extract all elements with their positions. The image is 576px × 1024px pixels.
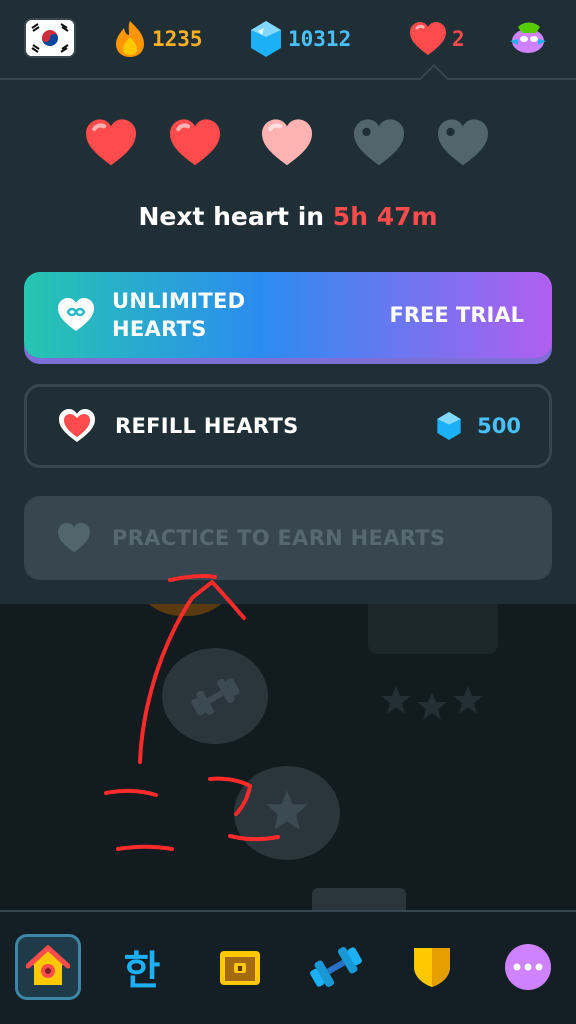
gem-icon [437, 412, 461, 440]
nav-characters[interactable]: 한 [109, 934, 175, 1000]
hearts-count: 2 [452, 27, 465, 51]
next-heart-label: Next heart in [138, 202, 325, 231]
practice-to-earn-hearts-button[interactable]: PRACTICE TO EARN HEARTS [24, 496, 552, 580]
practice-node[interactable] [162, 648, 268, 754]
unlimited-label-line2: HEARTS [112, 317, 207, 341]
home-icon [26, 945, 70, 985]
unlimited-hearts-button[interactable]: UNLIMITED HEARTS FREE TRIAL [24, 272, 552, 358]
refill-cost: 500 [435, 410, 521, 442]
unlimited-hearts-label: UNLIMITED HEARTS [112, 287, 245, 343]
nav-more[interactable] [495, 934, 561, 1000]
treasure-chest-icon [220, 951, 260, 985]
bottom-nav: 한 [0, 910, 576, 1024]
fire-icon [116, 21, 144, 57]
learning-path-dimmed [0, 604, 576, 910]
refill-hearts-button[interactable]: REFILL HEARTS 500 [24, 384, 552, 468]
path-chest-shape [368, 604, 498, 654]
heart-empty-icon [438, 119, 488, 166]
practice-label: PRACTICE TO EARN HEARTS [112, 526, 446, 550]
refill-hearts-label: REFILL HEARTS [115, 414, 299, 438]
streak-count: 1235 [152, 27, 203, 51]
hearts-counter[interactable]: 2 [408, 18, 465, 60]
nav-home[interactable] [15, 934, 81, 1000]
gem-icon [251, 21, 281, 57]
nav-treasure[interactable] [207, 934, 273, 1000]
infinity-heart-icon [58, 298, 94, 331]
heart-icon [410, 22, 446, 55]
next-heart-timer: Next heart in 5h 47m [0, 202, 576, 231]
nav-practice[interactable] [303, 934, 369, 1000]
unlimited-label-line1: UNLIMITED [112, 289, 246, 313]
heart-full-icon [86, 119, 136, 166]
heart-icon [59, 409, 95, 442]
path-bottom-shape [312, 888, 406, 910]
heart-refilling-icon [262, 119, 312, 166]
top-bar: 1235 10312 2 [0, 0, 576, 80]
star-lesson-node[interactable] [234, 766, 340, 870]
path-partial-node [130, 604, 240, 616]
more-icon [505, 944, 551, 990]
shield-icon [414, 948, 450, 987]
hangul-icon: 한 [123, 948, 161, 994]
free-trial-label: FREE TRIAL [389, 303, 524, 327]
heart-outline-icon [58, 522, 90, 553]
streak-counter[interactable]: 1235 [112, 18, 203, 60]
stars-decoration [381, 686, 483, 720]
super-button[interactable] [504, 18, 552, 60]
next-heart-time: 5h 47m [332, 202, 438, 231]
super-duo-icon [510, 22, 546, 53]
star-icon [266, 790, 308, 830]
dumbbell-icon [191, 678, 240, 716]
hearts-panel: Next heart in 5h 47m UNLIMITED HEARTS FR… [0, 80, 576, 604]
dumbbell-icon [310, 946, 362, 988]
heart-full-icon [170, 119, 220, 166]
hearts-row [0, 118, 576, 172]
course-flag-button[interactable] [24, 18, 76, 58]
heart-empty-icon [354, 119, 404, 166]
gems-count: 10312 [288, 27, 352, 51]
gems-counter[interactable]: 10312 [248, 18, 351, 60]
refill-cost-value: 500 [477, 414, 521, 438]
nav-leagues[interactable] [399, 934, 465, 1000]
south-korea-flag-icon [26, 20, 74, 56]
